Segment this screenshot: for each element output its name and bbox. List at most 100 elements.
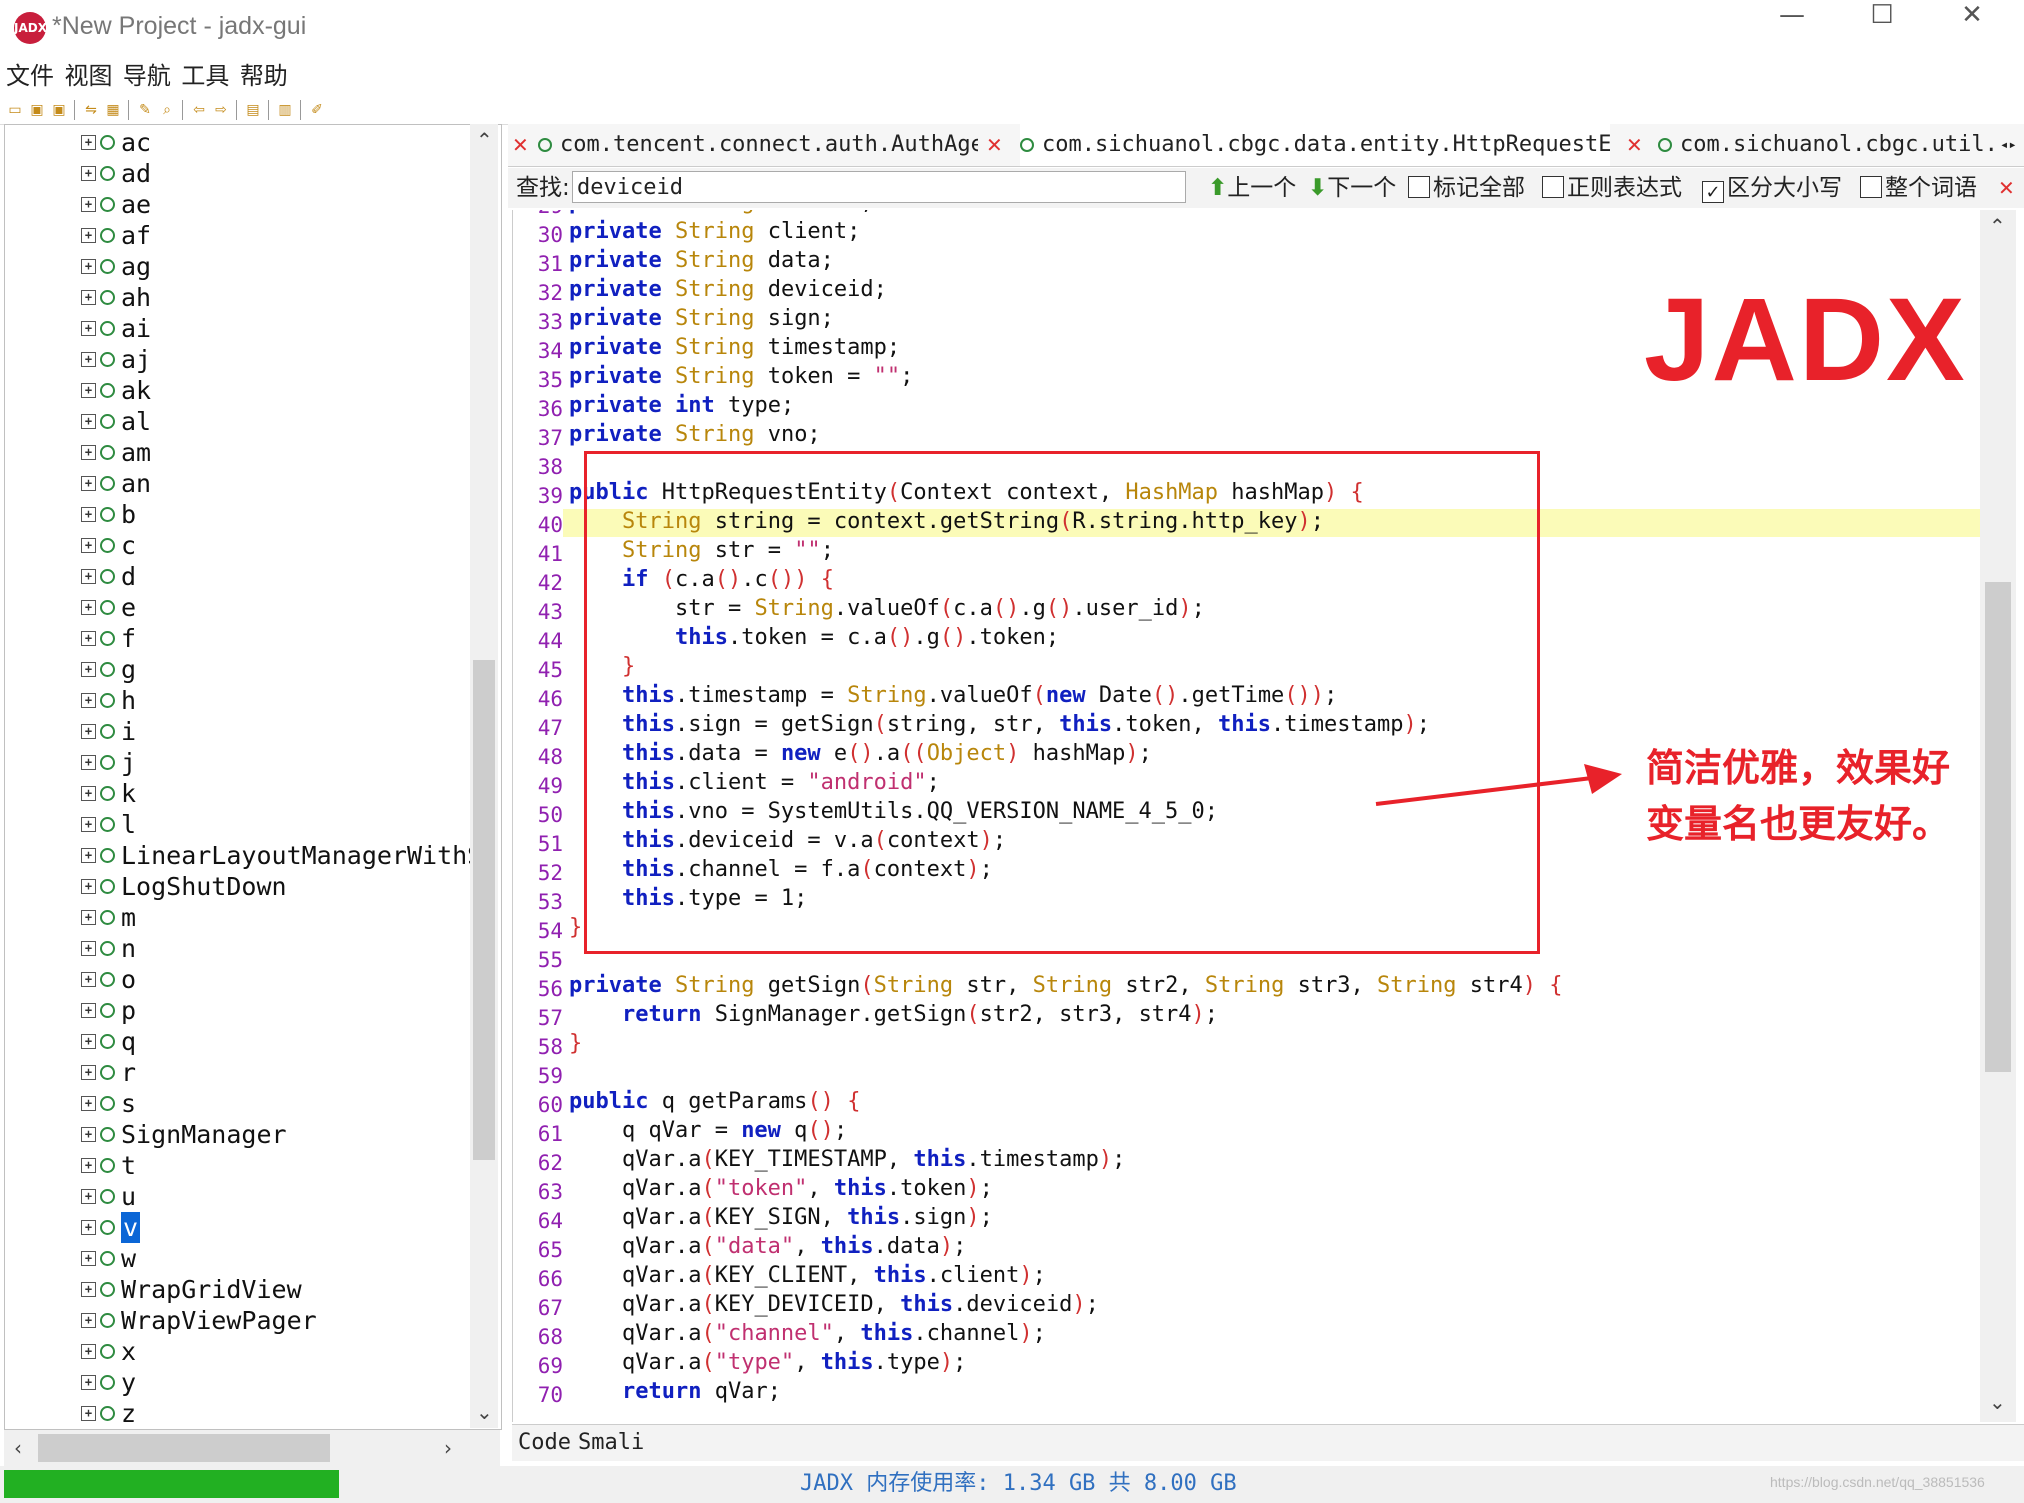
code-line[interactable]: private String timestamp;	[569, 335, 900, 360]
save-icon[interactable]: ▣	[28, 101, 46, 119]
code-line[interactable]: private int type;	[569, 393, 794, 418]
expand-icon[interactable]: +	[81, 414, 96, 429]
tab-authagent[interactable]: com.tencent.connect.auth.AuthAgent	[538, 124, 978, 166]
code-line[interactable]: qVar.a(KEY_TIMESTAMP, this.timestamp);	[569, 1147, 1125, 1172]
regex-checkbox[interactable]: 正则表达式	[1542, 172, 1682, 204]
next-match-button[interactable]: ⬇下一个	[1308, 172, 1396, 204]
expand-icon[interactable]: +	[81, 972, 96, 987]
code-line[interactable]: qVar.a("channel", this.channel);	[569, 1321, 1046, 1346]
code-line[interactable]: qVar.a("data", this.data);	[569, 1234, 966, 1259]
expand-icon[interactable]: +	[81, 135, 96, 150]
expand-icon[interactable]: +	[81, 910, 96, 925]
back-icon[interactable]: ⇦	[190, 101, 208, 119]
package-tree[interactable]: + ac + ad + ae + af + ag + ah + ai + aj + ak + al + am + an + b + c…	[4, 124, 502, 1430]
menu-tools[interactable]: 工具	[181, 58, 229, 94]
code-line[interactable]: qVar.a("type", this.type);	[569, 1350, 966, 1375]
code-line[interactable]: private String vno;	[569, 422, 821, 447]
maximize-button[interactable]: ☐	[1838, 0, 1926, 56]
scroll-down-icon[interactable]: ⌄	[476, 1400, 493, 1424]
forward-icon[interactable]: ⇨	[212, 101, 230, 119]
expand-icon[interactable]: +	[81, 941, 96, 956]
expand-icon[interactable]: +	[81, 879, 96, 894]
code-line[interactable]: private String deviceid;	[569, 277, 887, 302]
expand-icon[interactable]: +	[81, 817, 96, 832]
expand-icon[interactable]: +	[81, 724, 96, 739]
expand-icon[interactable]: +	[81, 383, 96, 398]
expand-icon[interactable]: +	[81, 1065, 96, 1080]
close-tab-icon[interactable]: ✕	[986, 124, 1003, 166]
expand-icon[interactable]: +	[81, 1158, 96, 1173]
expand-icon[interactable]: +	[81, 1096, 96, 1111]
expand-icon[interactable]: +	[81, 569, 96, 584]
tab-code[interactable]: Code	[518, 1427, 571, 1459]
code-line[interactable]: return qVar;	[569, 1379, 781, 1404]
expand-icon[interactable]: +	[81, 1220, 96, 1235]
close-tab-icon[interactable]: ✕	[512, 124, 529, 166]
expand-icon[interactable]: +	[81, 1375, 96, 1390]
menu-help[interactable]: 帮助	[240, 58, 288, 94]
deobfuscation-icon[interactable]: ▤	[244, 101, 262, 119]
close-search-icon[interactable]: ✕	[1998, 168, 2015, 208]
close-button[interactable]: ✕	[1928, 0, 2016, 56]
expand-icon[interactable]: +	[81, 662, 96, 677]
scroll-right-icon[interactable]: ›	[444, 1436, 452, 1460]
code-line[interactable]: private String sign;	[569, 306, 834, 331]
code-line[interactable]: }	[569, 915, 582, 940]
checkbox[interactable]	[1542, 176, 1564, 198]
code-vertical-scrollbar[interactable]: ⌃ ⌄	[1980, 210, 2016, 1422]
expand-icon[interactable]: +	[81, 848, 96, 863]
expand-icon[interactable]: +	[81, 786, 96, 801]
tab-scroll-icon[interactable]: ◂▸	[2000, 124, 2024, 166]
checkbox[interactable]	[1408, 176, 1430, 198]
expand-icon[interactable]: +	[81, 1189, 96, 1204]
code-line[interactable]: qVar.a(KEY_DEVICEID, this.deviceid);	[569, 1292, 1099, 1317]
menu-file[interactable]: 文件	[6, 58, 54, 94]
expand-icon[interactable]: +	[81, 1406, 96, 1421]
expand-icon[interactable]: +	[81, 1344, 96, 1359]
code-line[interactable]: return SignManager.getSign(str2, str3, s…	[569, 1002, 1218, 1027]
scroll-thumb[interactable]	[473, 660, 495, 1160]
prev-match-button[interactable]: ⬆上一个	[1208, 172, 1296, 204]
expand-icon[interactable]: +	[81, 352, 96, 367]
code-line[interactable]: public q getParams() {	[569, 1089, 860, 1114]
expand-icon[interactable]: +	[81, 600, 96, 615]
expand-icon[interactable]: +	[81, 1282, 96, 1297]
expand-icon[interactable]: +	[81, 631, 96, 646]
log-icon[interactable]: ▥	[276, 101, 294, 119]
code-line[interactable]: private String data;	[569, 248, 834, 273]
code-line[interactable]: private String channel;	[569, 210, 874, 215]
checkbox[interactable]	[1860, 176, 1882, 198]
code-line[interactable]: qVar.a(KEY_SIGN, this.sign);	[569, 1205, 993, 1230]
preferences-icon[interactable]: ✐	[308, 101, 326, 119]
whole-word-checkbox[interactable]: 整个词语	[1860, 172, 1977, 204]
expand-icon[interactable]: +	[81, 445, 96, 460]
checkbox-checked[interactable]: ✓	[1702, 181, 1724, 203]
search-input[interactable]: deviceid	[572, 171, 1186, 203]
expand-icon[interactable]: +	[81, 290, 96, 305]
sync-icon[interactable]: ⇋	[82, 101, 100, 119]
expand-icon[interactable]: +	[81, 321, 96, 336]
tree-vertical-scrollbar[interactable]: ⌃ ⌄	[470, 124, 498, 1428]
expand-icon[interactable]: +	[81, 1251, 96, 1266]
save-all-icon[interactable]: ▣	[50, 101, 68, 119]
expand-icon[interactable]: +	[81, 1003, 96, 1018]
scroll-up-icon[interactable]: ⌃	[476, 128, 493, 152]
code-line[interactable]: private String token = "";	[569, 364, 913, 389]
menu-navigate[interactable]: 导航	[123, 58, 171, 94]
code-line[interactable]: }	[569, 1031, 582, 1056]
menu-view[interactable]: 视图	[64, 58, 112, 94]
flatten-icon[interactable]: ▦	[104, 101, 122, 119]
code-line[interactable]: private String getSign(String str, Strin…	[569, 973, 1563, 998]
tab-smali[interactable]: Smali	[578, 1427, 644, 1459]
expand-icon[interactable]: +	[81, 228, 96, 243]
minimize-button[interactable]: —	[1748, 0, 1836, 56]
expand-icon[interactable]: +	[81, 166, 96, 181]
expand-icon[interactable]: +	[81, 693, 96, 708]
scroll-thumb[interactable]	[38, 1434, 330, 1462]
close-tab-icon[interactable]: ✕	[1626, 124, 1643, 166]
expand-icon[interactable]: +	[81, 1034, 96, 1049]
scroll-thumb[interactable]	[1985, 582, 2011, 1072]
tab-httprequestentity[interactable]: com.sichuanol.cbgc.data.entity.HttpReque…	[1020, 124, 1610, 166]
expand-icon[interactable]: +	[81, 538, 96, 553]
expand-icon[interactable]: +	[81, 507, 96, 522]
